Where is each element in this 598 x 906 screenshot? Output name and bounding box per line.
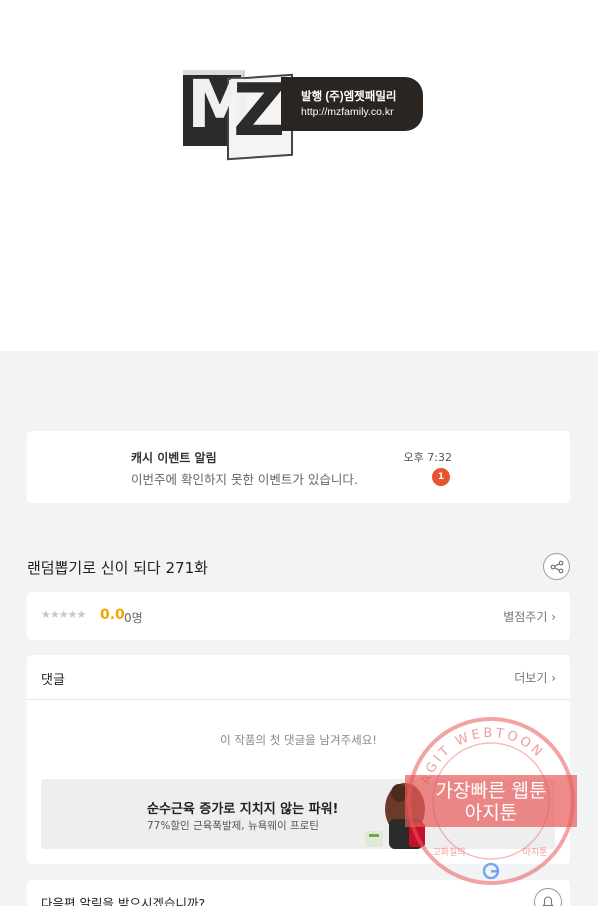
- comments-title: 댓글: [41, 673, 65, 688]
- watermark-bottom-left: 고화질의: [432, 846, 465, 858]
- notification-badge: 1: [432, 468, 450, 486]
- alarm-text: 다음편 알림을 받으시겠습니까?: [41, 896, 206, 906]
- cash-event-notification[interactable]: 캐시 이벤트 알림 이번주에 확인하지 못한 이벤트가 있습니다. 오후 7:3…: [27, 431, 570, 503]
- publisher-url: http://mzfamily.co.kr: [301, 106, 394, 118]
- rating-bar: ★★★★★ 0.0 0명 별점주기 ›: [27, 592, 570, 640]
- rating-score: 0.0: [100, 607, 125, 623]
- agit-webtoon-watermark: AGIT WEBTOON 가장빠른 웹툰 아지툰 고화질의 아지툰: [405, 717, 577, 885]
- publisher-logo: M Z 발행 (주)엠젯패밀리 http://mzfamily.co.kr: [183, 66, 423, 161]
- bell-icon: [542, 896, 554, 906]
- ad-subtitle: 77%할인 근육폭발제, 뉴욕웨이 프로틴: [147, 820, 319, 832]
- watermark-line1: 가장빠른 웹툰: [436, 780, 547, 802]
- watermark-line2: 아지툰: [465, 802, 517, 824]
- rate-button[interactable]: 별점주기 ›: [503, 608, 556, 625]
- alarm-button[interactable]: [534, 888, 562, 906]
- episode-title: 랜덤뽑기로 신이 되다 271화: [27, 559, 208, 577]
- rating-count: 0명: [124, 611, 143, 625]
- comments-more-button[interactable]: 더보기 ›: [514, 669, 556, 686]
- notification-title: 캐시 이벤트 알림: [131, 451, 217, 465]
- share-icon: [550, 560, 563, 573]
- publisher-banner-area: M Z 발행 (주)엠젯패밀리 http://mzfamily.co.kr: [0, 0, 598, 351]
- watermark-bottom-right: 아지툰: [523, 847, 548, 858]
- publisher-name: 발행 (주)엠젯패밀리: [301, 91, 397, 103]
- logo-pill: [281, 77, 423, 131]
- comments-header: 댓글 더보기 ›: [27, 655, 570, 700]
- notification-body: 이번주에 확인하지 못한 이벤트가 있습니다.: [131, 472, 358, 487]
- notification-time: 오후 7:32: [403, 451, 452, 464]
- logo-letter-z: Z: [233, 68, 286, 152]
- rating-stars: ★★★★★: [41, 608, 86, 621]
- ad-title: 순수근육 증가로 지치지 않는 파워!: [147, 802, 339, 817]
- share-button[interactable]: [543, 553, 570, 580]
- google-g-icon: [482, 862, 500, 880]
